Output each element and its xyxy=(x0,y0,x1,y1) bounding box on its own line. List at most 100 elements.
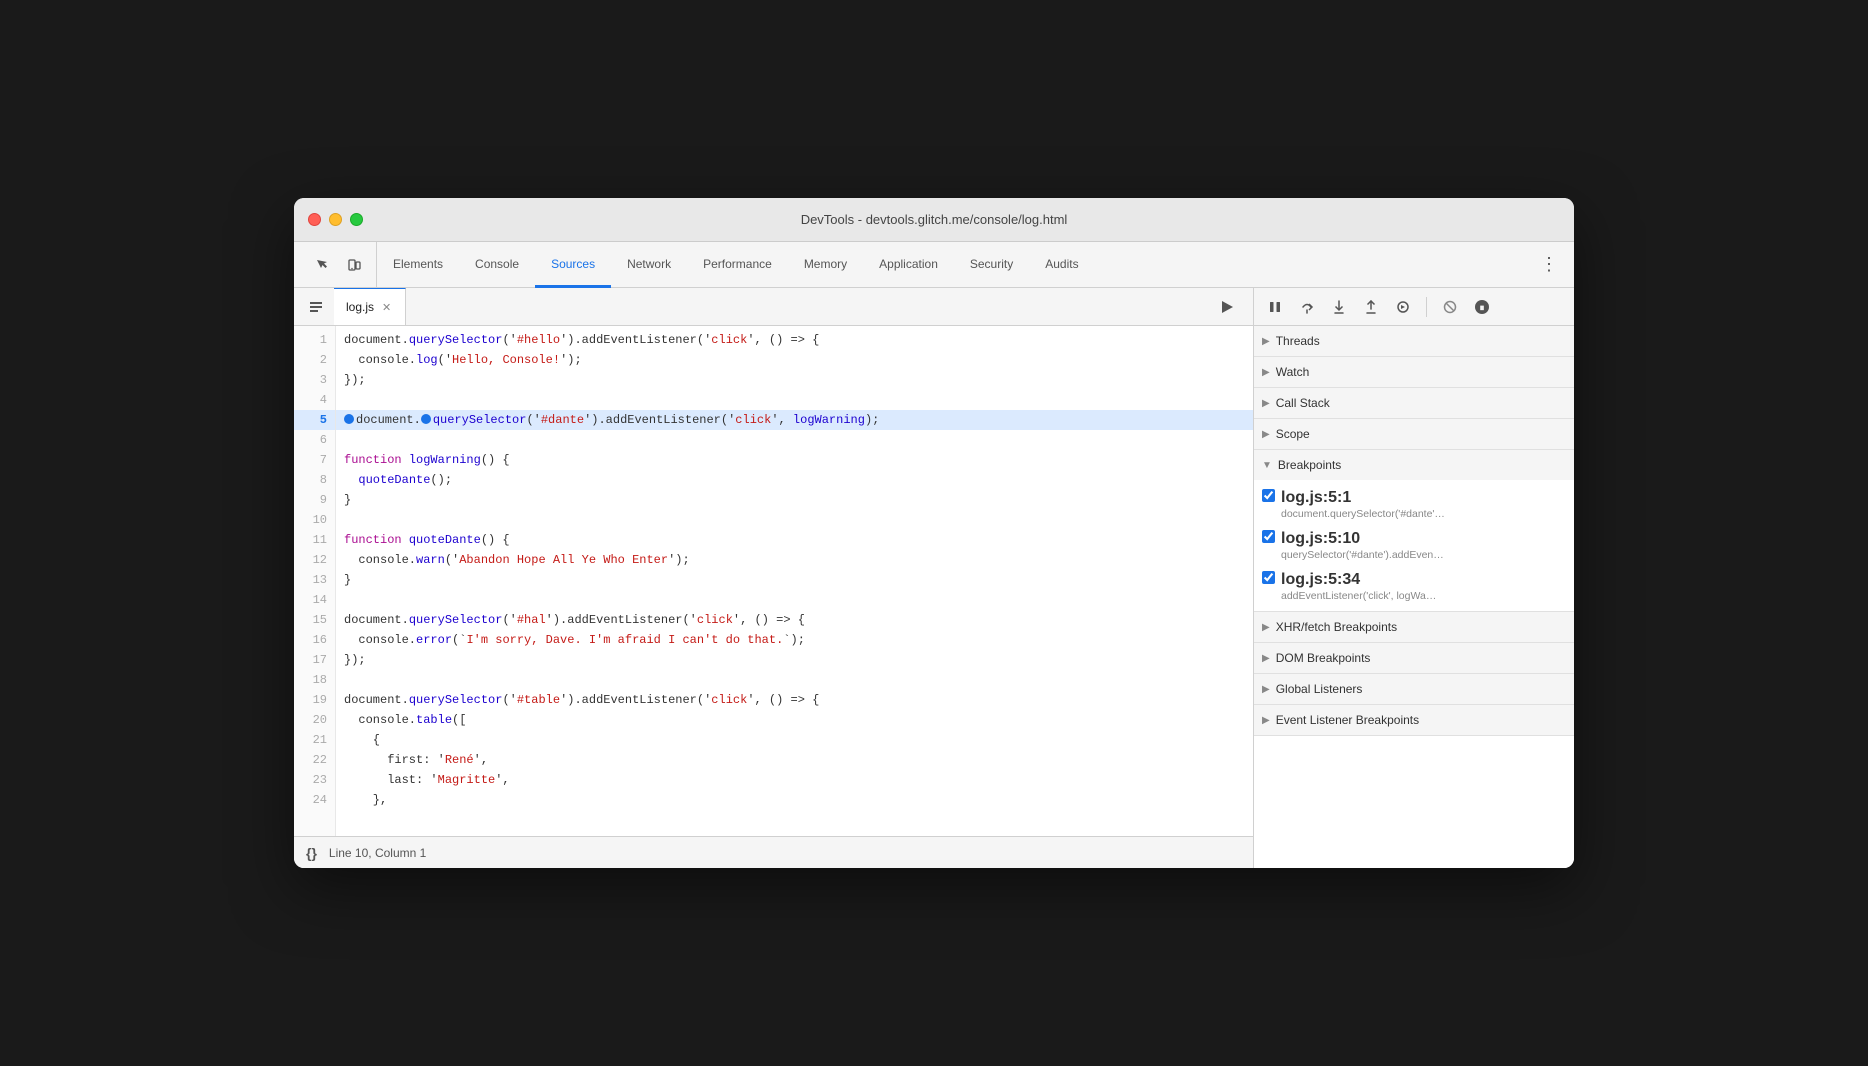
debugger-toolbar: ⏸ xyxy=(1254,288,1574,326)
step-into-button[interactable] xyxy=(1326,294,1352,320)
show-sources-button[interactable] xyxy=(1213,293,1241,321)
breakpoints-header[interactable]: Breakpoints xyxy=(1254,450,1574,480)
breakpoint-1-location: log.js:5:1 xyxy=(1281,489,1445,507)
main-content: log.js ✕ 1234 5 678910 1112131415 161718… xyxy=(294,288,1574,868)
code-line: console.log('Hello, Console!'); xyxy=(336,350,1253,370)
tab-application[interactable]: Application xyxy=(863,243,954,288)
more-tabs-button[interactable]: ⋮ xyxy=(1530,242,1568,287)
minimize-button[interactable] xyxy=(329,213,342,226)
code-line: }, xyxy=(336,790,1253,810)
pause-on-exceptions-button[interactable]: ⏸ xyxy=(1469,294,1495,320)
breakpoints-label: Breakpoints xyxy=(1278,458,1341,472)
cursor-position: Line 10, Column 1 xyxy=(329,846,426,860)
file-tab-label: log.js xyxy=(346,300,374,314)
scope-label: Scope xyxy=(1276,427,1310,441)
breakpoint-item: log.js:5:1 document.querySelector('#dant… xyxy=(1254,484,1574,525)
threads-section: Threads xyxy=(1254,326,1574,357)
breakpoints-content: log.js:5:1 document.querySelector('#dant… xyxy=(1254,480,1574,611)
code-line: document.querySelector('#hal').addEventL… xyxy=(336,610,1253,630)
code-line: console.table([ xyxy=(336,710,1253,730)
threads-header[interactable]: Threads xyxy=(1254,326,1574,356)
code-line: }); xyxy=(336,370,1253,390)
dom-label: DOM Breakpoints xyxy=(1276,651,1371,665)
step-button[interactable] xyxy=(1390,294,1416,320)
breakpoints-section: Breakpoints log.js:5:1 document.querySel… xyxy=(1254,450,1574,612)
tab-sources[interactable]: Sources xyxy=(535,243,611,288)
code-line: } xyxy=(336,490,1253,510)
breakpoint-1-info: log.js:5:1 document.querySelector('#dant… xyxy=(1281,489,1445,520)
tab-console[interactable]: Console xyxy=(459,243,535,288)
tab-network[interactable]: Network xyxy=(611,243,687,288)
code-line xyxy=(336,430,1253,450)
tab-security[interactable]: Security xyxy=(954,243,1029,288)
nav-bar: Elements Console Sources Network Perform… xyxy=(294,242,1574,288)
code-line-5: document.querySelector('#dante').addEven… xyxy=(336,410,1253,430)
breakpoint-3-checkbox[interactable] xyxy=(1262,571,1275,584)
code-line xyxy=(336,510,1253,530)
breakpoint-2-location: log.js:5:10 xyxy=(1281,530,1444,548)
callstack-arrow-icon xyxy=(1262,398,1270,409)
step-out-button[interactable] xyxy=(1358,294,1384,320)
close-button[interactable] xyxy=(308,213,321,226)
status-bar: {} Line 10, Column 1 xyxy=(294,836,1253,868)
watch-section: Watch xyxy=(1254,357,1574,388)
breakpoint-2-code: querySelector('#dante').addEven… xyxy=(1281,549,1444,561)
tab-memory[interactable]: Memory xyxy=(788,243,863,288)
code-line: document.querySelector('#table').addEven… xyxy=(336,690,1253,710)
xhr-section: XHR/fetch Breakpoints xyxy=(1254,612,1574,643)
scope-header[interactable]: Scope xyxy=(1254,419,1574,449)
editor-tabs: log.js ✕ xyxy=(294,288,1253,326)
callstack-header[interactable]: Call Stack xyxy=(1254,388,1574,418)
code-area[interactable]: 1234 5 678910 1112131415 1617181920 2122… xyxy=(294,326,1253,836)
title-bar: DevTools - devtools.glitch.me/console/lo… xyxy=(294,198,1574,242)
breakpoint-1-checkbox[interactable] xyxy=(1262,489,1275,502)
code-line: { xyxy=(336,730,1253,750)
nav-icons xyxy=(300,242,377,287)
callstack-section: Call Stack xyxy=(1254,388,1574,419)
right-panel: ⏸ Threads Watch Call xyxy=(1254,288,1574,868)
traffic-lights xyxy=(308,213,363,226)
watch-arrow-icon xyxy=(1262,367,1270,378)
scope-arrow-icon xyxy=(1262,429,1270,440)
callstack-label: Call Stack xyxy=(1276,396,1330,410)
maximize-button[interactable] xyxy=(350,213,363,226)
devtools-window: DevTools - devtools.glitch.me/console/lo… xyxy=(294,198,1574,868)
editor-panel: log.js ✕ 1234 5 678910 1112131415 161718… xyxy=(294,288,1254,868)
global-section: Global Listeners xyxy=(1254,674,1574,705)
breakpoint-item: log.js:5:34 addEventListener('click', lo… xyxy=(1254,566,1574,607)
inspect-icon[interactable] xyxy=(308,251,336,279)
file-tab-logjs[interactable]: log.js ✕ xyxy=(334,288,406,325)
breakpoints-arrow-icon xyxy=(1262,460,1272,471)
breakpoint-1-code: document.querySelector('#dante'… xyxy=(1281,508,1445,520)
event-header[interactable]: Event Listener Breakpoints xyxy=(1254,705,1574,735)
step-over-button[interactable] xyxy=(1294,294,1320,320)
threads-label: Threads xyxy=(1276,334,1320,348)
breakpoint-3-location: log.js:5:34 xyxy=(1281,571,1436,589)
event-arrow-icon xyxy=(1262,715,1270,726)
watch-header[interactable]: Watch xyxy=(1254,357,1574,387)
device-icon[interactable] xyxy=(340,251,368,279)
code-line xyxy=(336,390,1253,410)
breakpoint-item: log.js:5:10 querySelector('#dante').addE… xyxy=(1254,525,1574,566)
global-header[interactable]: Global Listeners xyxy=(1254,674,1574,704)
dom-section: DOM Breakpoints xyxy=(1254,643,1574,674)
line-numbers: 1234 5 678910 1112131415 1617181920 2122… xyxy=(294,326,336,836)
breakpoint-2-info: log.js:5:10 querySelector('#dante').addE… xyxy=(1281,530,1444,561)
dom-arrow-icon xyxy=(1262,653,1270,664)
code-content[interactable]: document.querySelector('#hello').addEven… xyxy=(336,326,1253,836)
dom-header[interactable]: DOM Breakpoints xyxy=(1254,643,1574,673)
tab-elements[interactable]: Elements xyxy=(377,243,459,288)
deactivate-breakpoints-button[interactable] xyxy=(1437,294,1463,320)
tab-audits[interactable]: Audits xyxy=(1029,243,1094,288)
tab-performance[interactable]: Performance xyxy=(687,243,788,288)
breakpoint-2-checkbox[interactable] xyxy=(1262,530,1275,543)
xhr-header[interactable]: XHR/fetch Breakpoints xyxy=(1254,612,1574,642)
format-button[interactable]: {} xyxy=(306,845,317,861)
show-navigator-button[interactable] xyxy=(302,293,330,321)
event-section: Event Listener Breakpoints xyxy=(1254,705,1574,736)
file-tab-close-icon[interactable]: ✕ xyxy=(380,299,393,316)
pause-button[interactable] xyxy=(1262,294,1288,320)
code-line: } xyxy=(336,570,1253,590)
window-title: DevTools - devtools.glitch.me/console/lo… xyxy=(801,212,1068,227)
code-line: document.querySelector('#hello').addEven… xyxy=(336,330,1253,350)
